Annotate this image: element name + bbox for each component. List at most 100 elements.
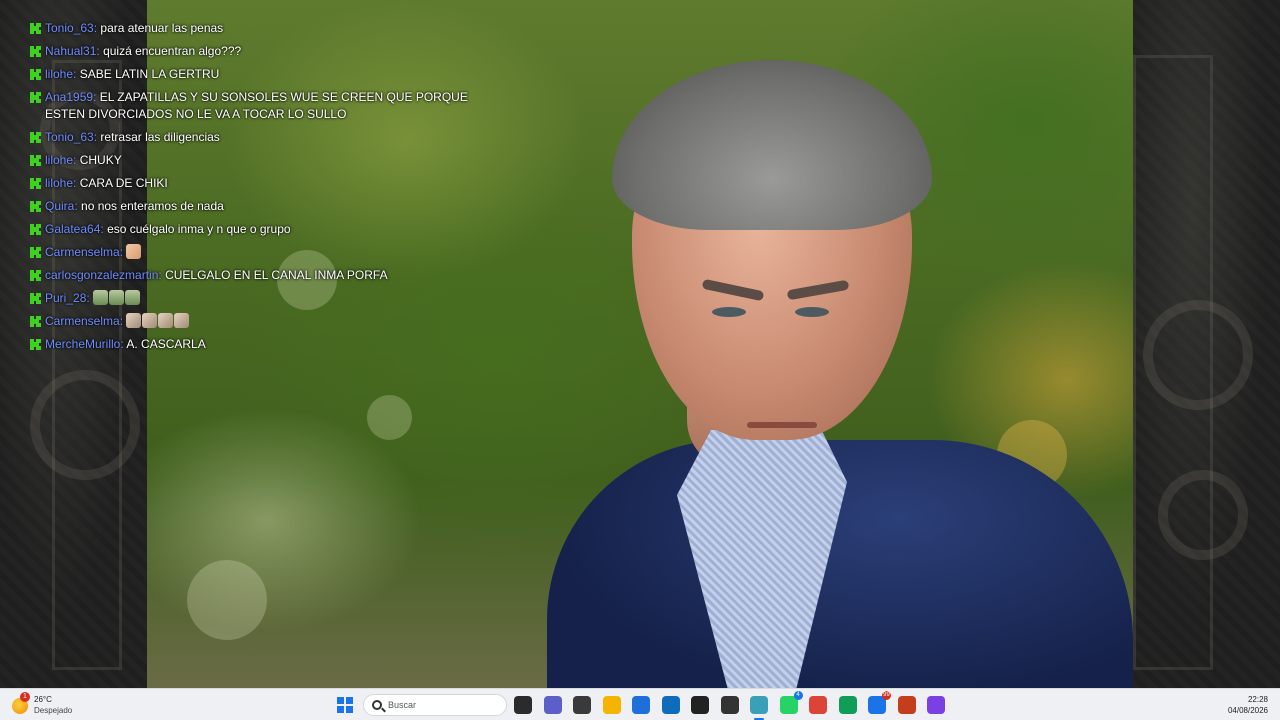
face-emoji-icon xyxy=(174,313,190,328)
chat-username[interactable]: Nahual31 xyxy=(45,44,96,58)
chat-message: Nahual31: quizá encuentran algo??? xyxy=(30,43,470,60)
chat-message: Ana1959: EL ZAPATILLAS Y SU SONSOLES WUE… xyxy=(30,89,470,123)
bed-emoji-icon xyxy=(125,290,141,305)
ornament-scroll xyxy=(1158,470,1248,560)
eye xyxy=(795,307,829,317)
kick-badge-icon xyxy=(30,155,41,166)
chat-text: SABE LATIN LA GERTRU xyxy=(79,67,220,81)
chat-username[interactable]: lilohe xyxy=(45,67,73,81)
chat-text: CUELGALO EN EL CANAL INMA PORFA xyxy=(165,268,388,282)
notification-count-badge: 4 xyxy=(793,691,803,700)
chat-message: Tonio_63: para atenuar las penas xyxy=(30,20,470,37)
chat-text: EL ZAPATILLAS Y SU SONSOLES WUE SE CREEN… xyxy=(45,90,468,121)
weather-widget[interactable]: 1 26°C Despejado xyxy=(12,692,92,717)
man-portrait xyxy=(547,60,1133,688)
bokeh-light xyxy=(367,395,412,440)
app-globe-app-icon[interactable]: 99 xyxy=(868,691,891,714)
chat-message: Quira: no nos enteramos de nada xyxy=(30,198,470,215)
start-button[interactable] xyxy=(337,697,353,713)
chat-separator: : xyxy=(73,67,77,81)
outlook-app-icon[interactable] xyxy=(661,696,680,714)
taskbar-search[interactable]: Buscar xyxy=(363,694,507,716)
eye xyxy=(712,307,746,317)
chat-separator: : xyxy=(93,130,98,144)
weather-alert-badge: 1 xyxy=(20,692,30,702)
kick-badge-icon xyxy=(30,92,41,103)
chat-separator: : xyxy=(119,314,124,328)
chat-username[interactable]: Puri_28 xyxy=(45,291,86,305)
whatsapp-app-icon[interactable]: 4 xyxy=(779,691,803,714)
chat-text: CHUKY xyxy=(79,153,122,167)
kick-badge-icon xyxy=(30,270,41,281)
mouth xyxy=(747,422,817,428)
chat-username[interactable]: lilohe xyxy=(45,153,73,167)
chat-username[interactable]: lilohe xyxy=(45,176,73,190)
app-active-app-icon[interactable] xyxy=(750,696,768,714)
app-record-app-icon[interactable] xyxy=(691,696,709,714)
chat-separator: : xyxy=(73,176,77,190)
powerpoint-app-icon[interactable] xyxy=(897,696,916,714)
kick-badge-icon xyxy=(30,293,41,304)
kick-badge-icon xyxy=(30,46,41,57)
chat-username[interactable]: MercheMurillo xyxy=(45,337,120,351)
kick-badge-icon xyxy=(30,132,41,143)
search-icon xyxy=(372,700,382,710)
app-dark-app-icon[interactable] xyxy=(573,696,591,714)
chat-username[interactable]: Galatea64 xyxy=(45,222,100,236)
right-ornament-panel xyxy=(1133,0,1280,688)
chat-text: para atenuar las penas xyxy=(100,21,224,35)
app-cube-app-icon[interactable] xyxy=(720,696,739,714)
notification-count-badge: 99 xyxy=(882,691,891,700)
chat-message: lilohe: SABE LATIN LA GERTRU xyxy=(30,66,470,83)
bed-emoji-icon xyxy=(93,290,109,305)
teams-app-icon[interactable] xyxy=(543,696,562,714)
chat-message: Tonio_63: retrasar las diligencias xyxy=(30,129,470,146)
task-view-app-icon[interactable] xyxy=(514,696,532,714)
chat-message: Puri_28: xyxy=(30,290,470,307)
windows-logo-icon xyxy=(346,706,353,713)
kick-badge-icon xyxy=(30,69,41,80)
windows-logo-icon xyxy=(346,697,353,704)
kick-badge-icon xyxy=(30,339,41,350)
kick-badge-icon xyxy=(30,224,41,235)
grey-hair xyxy=(612,60,932,230)
chat-username[interactable]: Ana1959 xyxy=(45,90,93,104)
chat-username[interactable]: Carmenselma xyxy=(45,314,120,328)
app-circle-app-icon[interactable] xyxy=(927,696,945,714)
chrome-2-app-icon[interactable] xyxy=(838,696,857,714)
kick-badge-icon xyxy=(30,247,41,258)
stream-window: Tonio_63: para atenuar las penas Nahual3… xyxy=(0,0,1280,688)
kick-badge-icon xyxy=(30,201,41,212)
ornament-scroll xyxy=(30,370,140,480)
chat-username[interactable]: Tonio_63 xyxy=(45,130,94,144)
chat-separator: : xyxy=(86,291,90,305)
chat-username[interactable]: Quira xyxy=(45,199,74,213)
pointing-hand-emoji-icon xyxy=(126,244,142,259)
chat-username[interactable]: Carmenselma xyxy=(45,245,120,259)
chat-separator: : xyxy=(100,222,104,236)
face-emoji-icon xyxy=(158,313,174,328)
chat-text: retrasar las diligencias xyxy=(100,130,220,144)
file-explorer-app-icon[interactable] xyxy=(602,696,621,714)
kick-badge-icon xyxy=(30,23,41,34)
ornament-scroll xyxy=(1143,300,1253,410)
chat-separator: : xyxy=(93,90,97,104)
clock-time: 22:28 xyxy=(1247,695,1268,704)
system-clock[interactable]: 22:28 04/08/2026 xyxy=(1228,694,1268,716)
clock-date: 04/08/2026 xyxy=(1227,706,1268,715)
chat-text: CARA DE CHIKI xyxy=(79,176,168,190)
chat-message: lilohe: CHUKY xyxy=(30,152,470,169)
chat-message: Carmenselma: xyxy=(30,244,470,261)
chat-separator: : xyxy=(96,44,100,58)
chat-text: no nos enteramos de nada xyxy=(81,199,224,213)
windows-logo-icon xyxy=(337,706,344,713)
kick-badge-icon xyxy=(30,316,41,327)
chat-separator: : xyxy=(93,21,98,35)
chrome-app-icon[interactable] xyxy=(809,696,827,714)
microsoft-store-app-icon[interactable] xyxy=(632,696,650,714)
face-emoji-icon xyxy=(142,313,158,328)
chat-username[interactable]: Tonio_63 xyxy=(45,21,94,35)
windows-logo-icon xyxy=(337,697,344,704)
chat-message: MercheMurillo: A. CASCARLA xyxy=(30,336,470,353)
chat-username[interactable]: carlosgonzalezmartin xyxy=(45,268,158,282)
